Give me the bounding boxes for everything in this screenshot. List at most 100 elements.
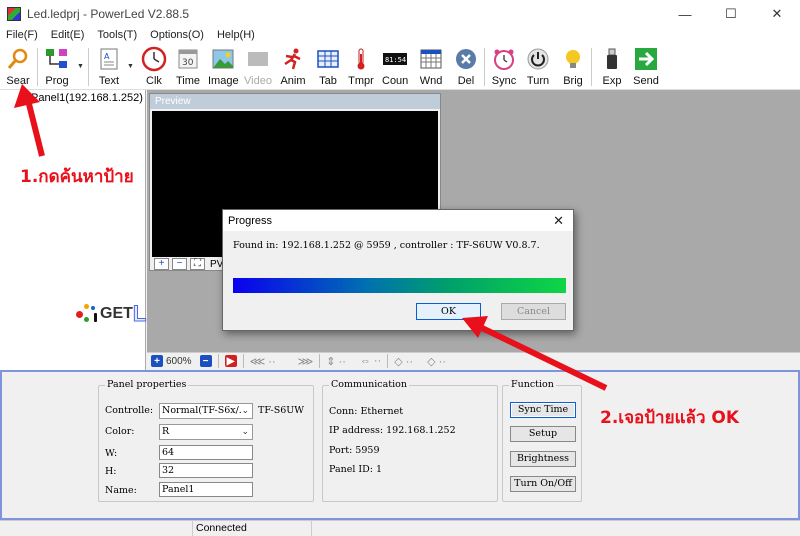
communication-group: Communication xyxy=(322,379,498,502)
toolbar-separator xyxy=(484,48,485,86)
counter-digits: 81:54 xyxy=(385,56,406,64)
tree-item-label: Panel1(192.168.1.252) xyxy=(31,92,143,104)
power-icon xyxy=(525,46,551,72)
name-field[interactable]: Panel1 xyxy=(159,482,253,497)
height-field[interactable]: 32 xyxy=(159,463,253,478)
zoombar-separator xyxy=(242,354,244,368)
temperature-label: Tmpr xyxy=(348,75,374,87)
usb-drive-icon xyxy=(599,46,625,72)
menu-file[interactable]: File(F) xyxy=(0,28,45,44)
temperature-button[interactable]: Tmpr xyxy=(348,46,374,88)
chevron-down-icon: ⌄ xyxy=(241,406,249,416)
clock-label: Clk xyxy=(146,75,162,87)
sync-time-button[interactable]: Sync Time xyxy=(510,402,576,418)
window-button[interactable]: Wnd xyxy=(418,46,444,88)
video-label: Video xyxy=(244,75,272,87)
preview-zoom-in-button[interactable]: + xyxy=(154,258,169,270)
distribute-icon[interactable]: ◇ ·· xyxy=(394,355,413,368)
panel-status-icon xyxy=(18,93,28,103)
toolbar-separator xyxy=(591,48,592,86)
dialog-close-button[interactable]: ✕ xyxy=(553,213,564,229)
zoom-in-button[interactable]: + xyxy=(151,355,163,367)
menu-bar: File(F) Edit(E) Tools(T) Options(O) Help… xyxy=(0,28,800,44)
preview-zoom-out-button[interactable]: − xyxy=(172,258,187,270)
export-button[interactable]: Exp xyxy=(599,46,625,88)
calendar-icon: 30 xyxy=(175,46,201,72)
annotation-step2: 2.เจอป้ายแล้ว OK xyxy=(600,408,740,428)
align-right-icon[interactable]: ⋙ xyxy=(298,355,314,368)
menu-options[interactable]: Options(O) xyxy=(144,28,211,44)
image-label: Image xyxy=(208,75,239,87)
preview-fit-button[interactable]: ⛶ xyxy=(190,258,205,270)
menu-tools[interactable]: Tools(T) xyxy=(91,28,144,44)
maximize-button[interactable]: ☐ xyxy=(708,0,754,28)
turn-button[interactable]: Turn xyxy=(525,46,551,88)
clock-button[interactable]: Clk xyxy=(141,46,167,88)
toolbar: Sear Prog ▼ A Text ▼ Clk 30 Time Image V… xyxy=(0,44,800,90)
search-button[interactable]: Sear xyxy=(5,46,31,88)
align-left-icon[interactable]: ⋘ ·· xyxy=(250,355,276,368)
setup-button[interactable]: Setup xyxy=(510,426,576,442)
dialog-message: Found in: 192.168.1.252 @ 5959 , control… xyxy=(233,240,540,251)
svg-text:A: A xyxy=(104,52,110,61)
lightbulb-icon xyxy=(560,46,586,72)
zoom-out-button[interactable]: − xyxy=(199,355,212,367)
progress-dialog: Progress ✕ Found in: 192.168.1.252 @ 595… xyxy=(222,209,574,331)
brightness-button-panel[interactable]: Brightness xyxy=(510,451,576,467)
close-window-button[interactable]: ✕ xyxy=(754,0,800,28)
minimize-button[interactable]: — xyxy=(662,0,708,28)
time-button[interactable]: 30 Time xyxy=(175,46,201,88)
export-label: Exp xyxy=(602,75,622,87)
prog-button[interactable]: Prog xyxy=(44,46,70,88)
align-vertical-icon[interactable]: ⇕ ·· xyxy=(326,355,346,368)
alarm-clock-icon xyxy=(491,46,517,72)
panel-properties-title: Panel properties xyxy=(105,379,189,390)
image-button[interactable]: Image xyxy=(208,46,239,88)
send-button[interactable]: Send xyxy=(633,46,659,88)
turn-label: Turn xyxy=(526,75,550,87)
search-label: Sear xyxy=(6,75,30,87)
counter-icon: 81:54 xyxy=(382,46,408,72)
turn-on-off-button[interactable]: Turn On/Off xyxy=(510,476,576,492)
image-icon xyxy=(210,46,236,72)
height-label: H: xyxy=(105,466,117,477)
menu-edit[interactable]: Edit(E) xyxy=(45,28,92,44)
table-button[interactable]: Tab xyxy=(315,46,341,88)
counter-button[interactable]: 81:54 Coun xyxy=(382,46,408,88)
zoom-level: 600% xyxy=(166,355,192,367)
controller-model: TF-S6UW xyxy=(258,405,305,416)
play-icon[interactable]: ▶ xyxy=(224,355,237,367)
color-value: R xyxy=(162,426,170,437)
brightness-label: Brig xyxy=(563,75,583,87)
grid-window-icon xyxy=(418,46,444,72)
width-field[interactable]: 64 xyxy=(159,445,253,460)
zoom-bar: + 600% − ▶ ⋘ ·· ⋙ ⇕ ·· ⇔ ·· ◇ ·· ◇ ·· xyxy=(147,352,800,369)
delete-button[interactable]: Del xyxy=(453,46,479,88)
annotation-step1: 1.กดค้นหาป้าย xyxy=(20,167,134,187)
connection-status: Connected 192.168.1.252 xyxy=(192,521,312,536)
tree-item-panel1[interactable]: Panel1(192.168.1.252) xyxy=(18,92,143,104)
delete-icon xyxy=(453,46,479,72)
delete-label: Del xyxy=(457,75,475,87)
sync-button[interactable]: Sync xyxy=(491,46,517,88)
arrow-right-icon xyxy=(633,46,659,72)
prog-dropdown-icon[interactable]: ▼ xyxy=(77,63,84,70)
chevron-down-icon: ⌄ xyxy=(241,427,249,437)
color-select[interactable]: R ⌄ xyxy=(159,424,253,440)
status-bar: Connected 192.168.1.252 xyxy=(0,520,800,536)
port-text: Port: 5959 xyxy=(329,445,380,456)
anim-button[interactable]: Anim xyxy=(280,46,306,88)
text-label: Text xyxy=(98,75,120,87)
running-figure-icon xyxy=(280,46,306,72)
text-button[interactable]: A Text xyxy=(96,46,122,88)
controller-select[interactable]: Normal(TF-S6x/. ⌄ xyxy=(159,403,253,419)
toolbar-separator xyxy=(88,48,89,86)
menu-help[interactable]: Help(H) xyxy=(211,28,262,44)
distribute-alt-icon[interactable]: ◇ ·· xyxy=(427,355,446,368)
brightness-button[interactable]: Brig xyxy=(560,46,586,88)
text-dropdown-icon[interactable]: ▼ xyxy=(127,63,134,70)
ok-button[interactable]: OK xyxy=(416,303,481,320)
window-label: Wnd xyxy=(419,75,443,87)
preview-title: Preview xyxy=(150,94,440,109)
align-horizontal-icon[interactable]: ⇔ ·· xyxy=(360,355,381,367)
